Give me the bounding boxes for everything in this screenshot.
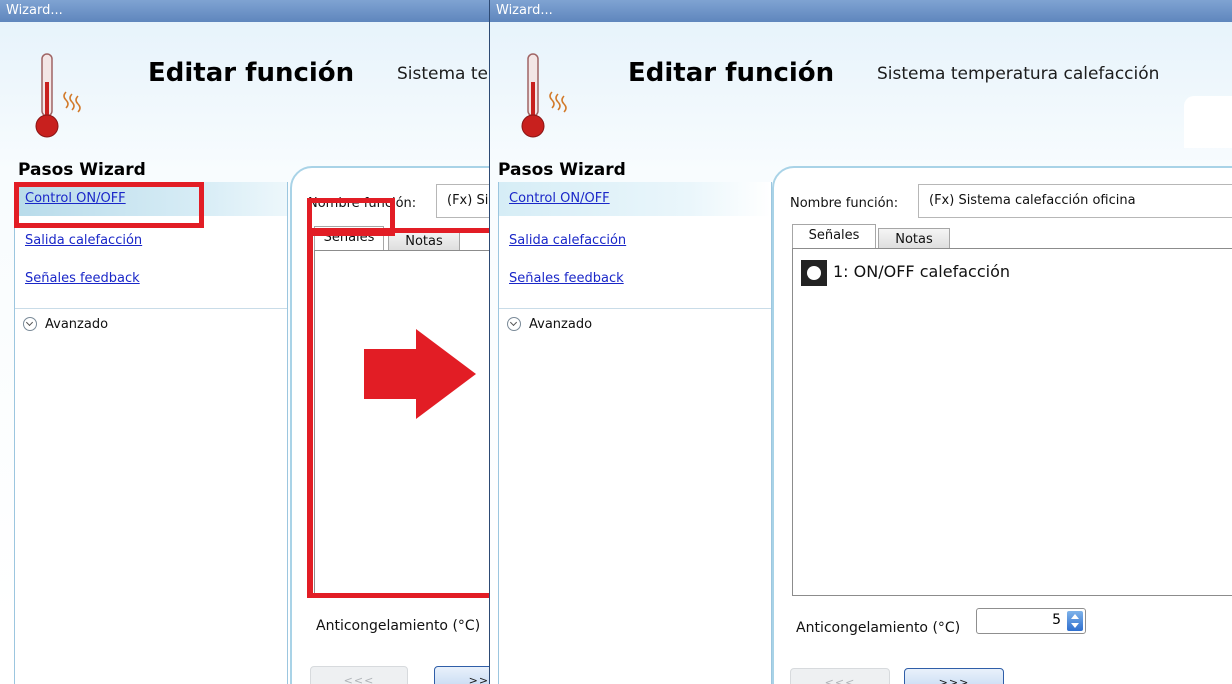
- input-signal-icon: [801, 259, 827, 286]
- window-title: Wizard...: [490, 0, 1232, 22]
- window-content: Editar función Sistema te Pasos Wizard C…: [0, 22, 489, 684]
- step-salida-calefaccion[interactable]: Salida calefacción: [15, 224, 287, 258]
- thermometer-icon: [521, 53, 567, 138]
- function-name-input[interactable]: (Fx) Sistema calefacción oficina: [918, 184, 1232, 218]
- function-name-label: Nombre función:: [790, 196, 899, 211]
- window-content: Editar función Sistema temperatura calef…: [490, 22, 1232, 684]
- header-badge: [1184, 96, 1232, 148]
- next-button[interactable]: >>>: [434, 666, 489, 684]
- signal-label: 1: ON/OFF calefacción: [833, 262, 1010, 281]
- highlight-step-control: [14, 182, 204, 228]
- steps-panel: Control ON/OFF Salida calefacción Señale…: [14, 182, 288, 684]
- antifreeze-label: Anticongelamiento (°C): [316, 618, 481, 634]
- tab-notas[interactable]: Notas: [878, 228, 950, 250]
- antifreeze-label: Anticongelamiento (°C): [796, 620, 961, 636]
- step-control-onoff[interactable]: Control ON/OFF: [499, 182, 771, 216]
- advanced-label: Avanzado: [529, 317, 593, 332]
- chevron-down-icon: [23, 317, 37, 331]
- advanced-label: Avanzado: [45, 317, 109, 332]
- tab-senales[interactable]: Señales: [792, 224, 876, 248]
- function-type-subtitle: Sistema temperatura calefacción: [877, 64, 1160, 84]
- signal-item[interactable]: 1: ON/OFF calefacción: [801, 257, 1010, 287]
- antifreeze-value: 5: [1052, 612, 1061, 628]
- signals-list[interactable]: 1: ON/OFF calefacción: [792, 248, 1232, 596]
- function-type-subtitle: Sistema te: [397, 64, 489, 84]
- function-name-input[interactable]: (Fx) Si: [436, 184, 489, 218]
- thermometer-icon: [35, 53, 81, 138]
- chevron-down-icon: [507, 317, 521, 331]
- page-title: Editar función: [148, 58, 355, 88]
- antifreeze-stepper[interactable]: 5: [976, 608, 1086, 634]
- wizard-window-after: Wizard... Editar función Sistema tempera…: [490, 0, 1232, 684]
- window-title: Wizard...: [0, 0, 489, 22]
- step-senales-feedback[interactable]: Señales feedback: [499, 262, 771, 296]
- step-salida-calefaccion[interactable]: Salida calefacción: [499, 224, 771, 258]
- steps-title: Pasos Wizard: [18, 160, 146, 180]
- advanced-expander[interactable]: Avanzado: [15, 308, 287, 342]
- spin-arrows-icon[interactable]: [1067, 611, 1083, 631]
- arrow-right-icon: [364, 329, 476, 419]
- steps-panel: Control ON/OFF Salida calefacción Señale…: [498, 182, 772, 684]
- page-title: Editar función: [628, 58, 835, 88]
- prev-button[interactable]: <<<: [310, 666, 408, 684]
- next-button[interactable]: >>>: [904, 668, 1004, 684]
- wizard-window-before: Wizard... Editar función Sistema te Paso…: [0, 0, 490, 684]
- steps-title: Pasos Wizard: [498, 160, 626, 180]
- advanced-expander[interactable]: Avanzado: [499, 308, 771, 342]
- step-senales-feedback[interactable]: Señales feedback: [15, 262, 287, 296]
- prev-button[interactable]: <<<: [790, 668, 890, 684]
- function-panel: Nombre función: (Fx) Sistema calefacción…: [772, 166, 1232, 684]
